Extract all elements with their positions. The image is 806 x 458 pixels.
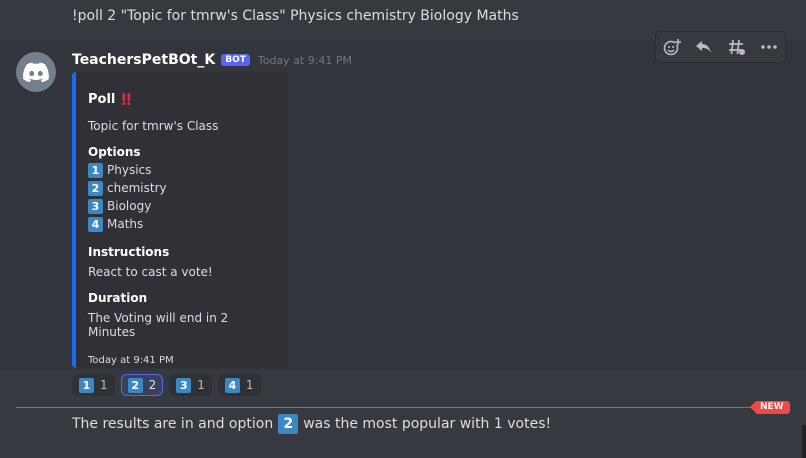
embed-title-text: Poll xyxy=(88,92,116,107)
option-item: 2 chemistry xyxy=(88,179,276,197)
options-list: 1 Physics 2 chemistry 3 Biology 4 Maths xyxy=(88,161,276,233)
embed-footer-timestamp: Today at 9:41 PM xyxy=(88,355,174,366)
reaction-count: 1 xyxy=(100,378,108,392)
duration-label: Duration xyxy=(88,291,148,305)
keycap-4-icon: 4 xyxy=(224,377,240,393)
keycap-2-icon: 2 xyxy=(278,414,299,434)
create-thread-icon xyxy=(728,39,745,55)
avatar[interactable] xyxy=(16,52,56,92)
username[interactable]: TeachersPetBOt_K xyxy=(72,52,215,68)
option-label: chemistry xyxy=(107,181,167,195)
options-label: Options xyxy=(88,145,141,159)
discord-logo-icon xyxy=(23,62,49,82)
reaction-2[interactable]: 2 2 xyxy=(120,374,164,396)
add-reaction-button[interactable] xyxy=(658,35,686,59)
keycap-2-icon: 2 xyxy=(88,180,103,196)
new-messages-divider xyxy=(16,407,786,408)
result-prefix: The results are in and option xyxy=(72,416,274,432)
instructions-label: Instructions xyxy=(88,245,170,259)
keycap-2-icon: 2 xyxy=(127,377,143,393)
add-reaction-icon xyxy=(663,39,682,56)
option-item: 4 Maths xyxy=(88,215,276,233)
reaction-4[interactable]: 4 1 xyxy=(217,374,261,396)
option-label: Maths xyxy=(107,217,144,231)
more-button[interactable] xyxy=(755,35,783,59)
keycap-3-icon: 3 xyxy=(176,377,192,393)
command-message: !poll 2 "Topic for tmrw's Class" Physics… xyxy=(72,8,519,24)
embed-description: Topic for tmrw's Class xyxy=(88,119,219,133)
poll-embed: Poll ‼ Topic for tmrw's Class Options 1 … xyxy=(72,72,288,368)
instructions-value: React to cast a vote! xyxy=(88,265,213,279)
new-badge: NEW xyxy=(750,401,790,414)
embed-title: Poll ‼ xyxy=(88,90,276,109)
reply-button[interactable] xyxy=(690,35,718,59)
reply-icon xyxy=(696,41,712,53)
message-header: TeachersPetBOt_K BOT Today at 9:41 PM xyxy=(72,52,352,68)
result-message: The results are in and option 2 was the … xyxy=(72,414,551,434)
scrollbar[interactable] xyxy=(802,425,806,458)
duration-value: The Voting will end in 2 Minutes xyxy=(88,311,229,339)
keycap-1-icon: 1 xyxy=(88,162,103,178)
double-exclamation-icon: ‼ xyxy=(121,90,131,109)
keycap-3-icon: 3 xyxy=(88,198,103,214)
reaction-3[interactable]: 3 1 xyxy=(169,374,212,396)
option-label: Biology xyxy=(107,199,152,213)
option-label: Physics xyxy=(107,163,152,177)
reaction-1[interactable]: 1 1 xyxy=(72,374,115,396)
reaction-count: 2 xyxy=(148,378,157,392)
keycap-4-icon: 4 xyxy=(88,216,103,232)
create-thread-button[interactable] xyxy=(723,35,751,59)
reaction-count: 1 xyxy=(245,378,254,392)
keycap-1-icon: 1 xyxy=(79,377,94,393)
message-timestamp[interactable]: Today at 9:41 PM xyxy=(258,54,352,67)
option-item: 1 Physics xyxy=(88,161,276,179)
more-icon xyxy=(761,45,777,49)
option-item: 3 Biology xyxy=(88,197,276,215)
bot-tag: BOT xyxy=(221,54,250,66)
result-suffix: was the most popular with 1 votes! xyxy=(303,416,552,432)
reactions-bar: 1 1 2 2 3 1 4 1 xyxy=(72,374,261,396)
message-toolbar xyxy=(655,31,786,63)
reaction-count: 1 xyxy=(197,378,205,392)
